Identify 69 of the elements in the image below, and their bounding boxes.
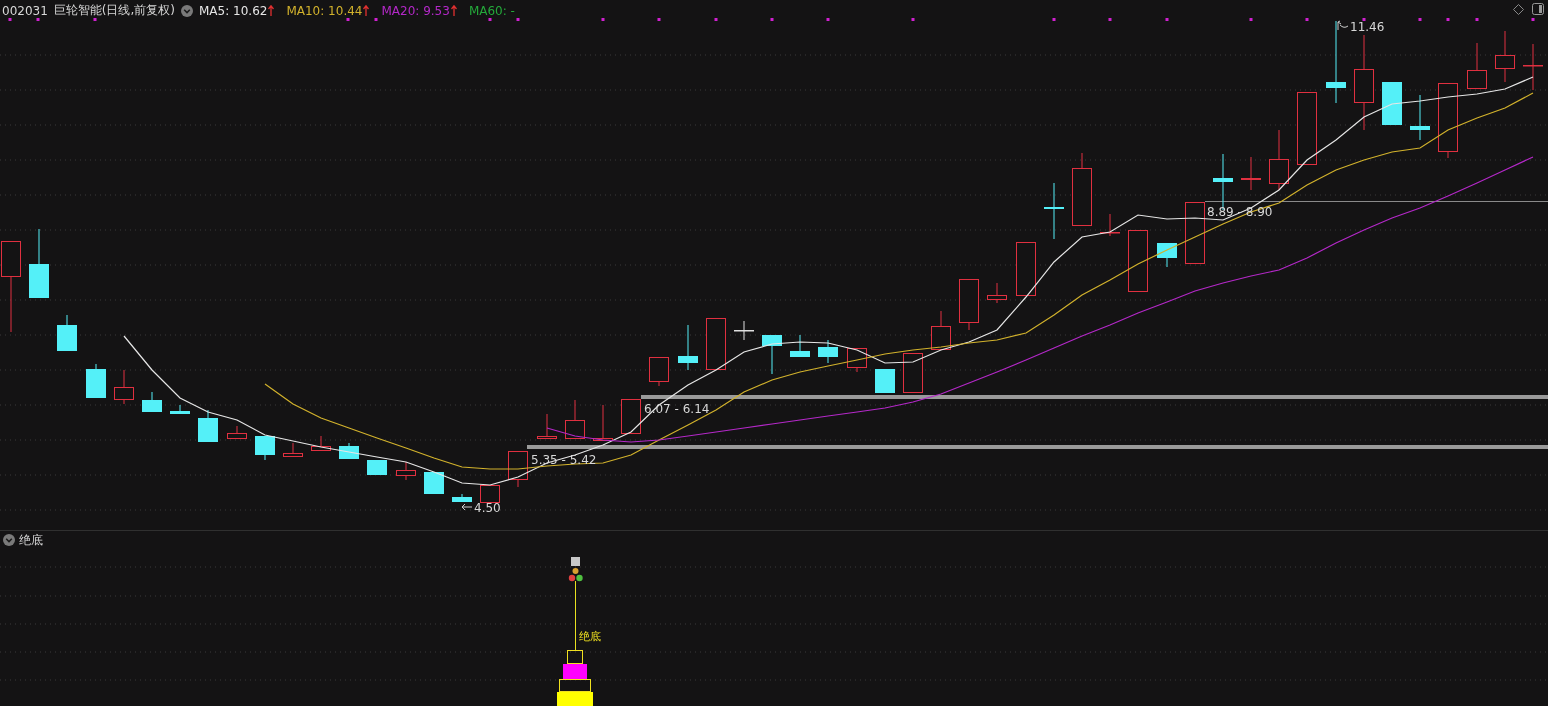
candlestick	[537, 413, 557, 440]
indicator-title: 绝底	[19, 531, 43, 549]
candlestick	[311, 435, 331, 452]
diamond-icon[interactable]	[1513, 3, 1524, 15]
candlestick	[1185, 201, 1205, 265]
candlestick	[565, 399, 585, 440]
low-price-label: 4.50	[474, 501, 501, 515]
candlestick	[1044, 182, 1064, 240]
panel-toggle-icon[interactable]	[1532, 3, 1544, 15]
pointer-arrow-icon	[461, 503, 473, 511]
candlestick	[959, 278, 979, 331]
candlestick	[508, 450, 528, 488]
candlestick	[142, 391, 162, 413]
candlestick	[903, 352, 923, 394]
candlestick	[114, 369, 134, 405]
candlestick	[227, 425, 247, 440]
candlestick	[424, 471, 444, 495]
signal-bar	[557, 692, 593, 706]
candlestick	[339, 442, 359, 460]
candlestick	[198, 409, 218, 443]
signal-bar	[559, 679, 591, 692]
candlestick	[762, 334, 782, 375]
candlestick	[452, 493, 472, 503]
price-range-label: 8.89 - 8.90	[1207, 205, 1273, 219]
candlestick	[1382, 81, 1402, 126]
signal-label: 绝底	[579, 630, 601, 643]
candlestick	[1269, 129, 1289, 191]
indicator-value: MA60: -	[468, 3, 515, 18]
candlestick	[1016, 241, 1036, 297]
high-price-label: 11.46	[1350, 20, 1385, 34]
candlestick	[480, 484, 500, 504]
candlestick	[1467, 42, 1487, 90]
chart-title: 巨轮智能(日线,前复权)	[53, 2, 175, 19]
pointer-arrow-icon	[1337, 20, 1349, 31]
candlestick	[987, 282, 1007, 304]
candlestick	[57, 314, 77, 352]
indicator-value: MA10: 10.44	[286, 3, 363, 18]
candlestick	[1157, 242, 1177, 268]
collapse-icon[interactable]	[3, 534, 15, 546]
candlestick	[931, 310, 951, 351]
candlestick	[29, 228, 49, 299]
candlestick	[678, 324, 698, 371]
candlestick	[790, 334, 810, 358]
candlestick	[1128, 229, 1148, 293]
balls-icon	[568, 568, 583, 582]
candlestick	[1100, 213, 1120, 237]
candlestick	[706, 317, 726, 371]
candlestick	[283, 442, 303, 458]
candlestick	[1410, 94, 1430, 141]
candlestick	[367, 459, 387, 476]
candlestick	[1523, 43, 1543, 91]
candlestick	[621, 398, 641, 435]
signal-line	[575, 581, 576, 650]
indicator-value: MA5: 10.62	[199, 3, 268, 18]
candlestick	[649, 356, 669, 387]
indicator-value: MA20: 9.53	[381, 3, 450, 18]
candlestick	[255, 435, 275, 461]
marker-square	[571, 557, 580, 566]
candlestick	[875, 368, 895, 394]
candlestick	[734, 320, 754, 341]
candlestick	[1495, 30, 1515, 83]
candlestick	[593, 404, 613, 442]
candlestick	[86, 363, 106, 399]
candlestick	[1241, 156, 1261, 191]
candlestick	[818, 339, 838, 364]
stock-code: 002031	[2, 3, 48, 18]
candlestick	[396, 461, 416, 481]
collapse-icon[interactable]	[181, 4, 193, 17]
candlestick	[170, 404, 190, 415]
